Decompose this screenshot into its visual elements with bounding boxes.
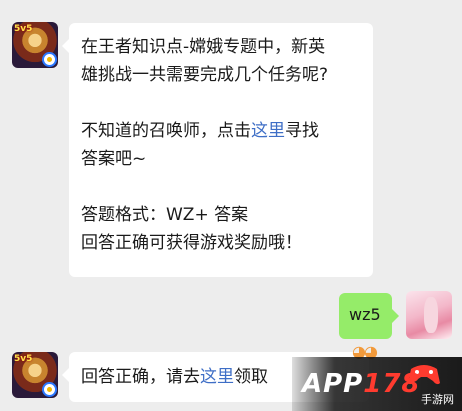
outgoing-message-bubble[interactable]: wz5 (339, 293, 399, 339)
incoming-message-bubble[interactable]: 在王者知识点-嫦娥专题中，新英 雄挑战一共需要完成几个任务呢? 不知道的召唤师，… (62, 23, 373, 277)
avatar-badge: 5v5 (14, 354, 33, 364)
reply-prefix: 回答正确，请去 (81, 367, 200, 387)
answer-format: 答题格式：WZ+ 答案 (81, 205, 249, 225)
watermark-brand: APP178 (302, 369, 421, 399)
user-avatar[interactable] (406, 291, 452, 339)
game-avatar[interactable]: 5v5 (12, 352, 58, 398)
watermark-brand-prefix: APP (302, 369, 364, 399)
game-logo-icon (42, 52, 57, 67)
watermark-site: 手游网 (421, 393, 454, 406)
hint-line: 不知道的召唤师，点击这里寻找 (81, 117, 361, 145)
hint-suffix: 寻找 (285, 121, 319, 141)
reply-suffix: 领取 (234, 367, 268, 387)
hint-line-2: 答案吧~ (81, 149, 147, 169)
reply-text: wz5 (349, 305, 381, 324)
game-avatar[interactable]: 5v5 (12, 22, 58, 68)
site-watermark: APP178 手游网 (292, 357, 462, 411)
hint-prefix: 不知道的召唤师，点击 (81, 121, 251, 141)
message-line: 在王者知识点-嫦娥专题中，新英 (81, 37, 326, 57)
avatar-badge: 5v5 (14, 24, 33, 34)
game-logo-icon (42, 382, 57, 397)
hint-link[interactable]: 这里 (251, 121, 285, 141)
watermark-brand-number: 178 (363, 369, 421, 399)
reward-line: 回答正确可获得游戏奖励哦！ (81, 233, 302, 253)
claim-link[interactable]: 这里 (200, 367, 234, 387)
message-line: 雄挑战一共需要完成几个任务呢? (81, 65, 329, 85)
